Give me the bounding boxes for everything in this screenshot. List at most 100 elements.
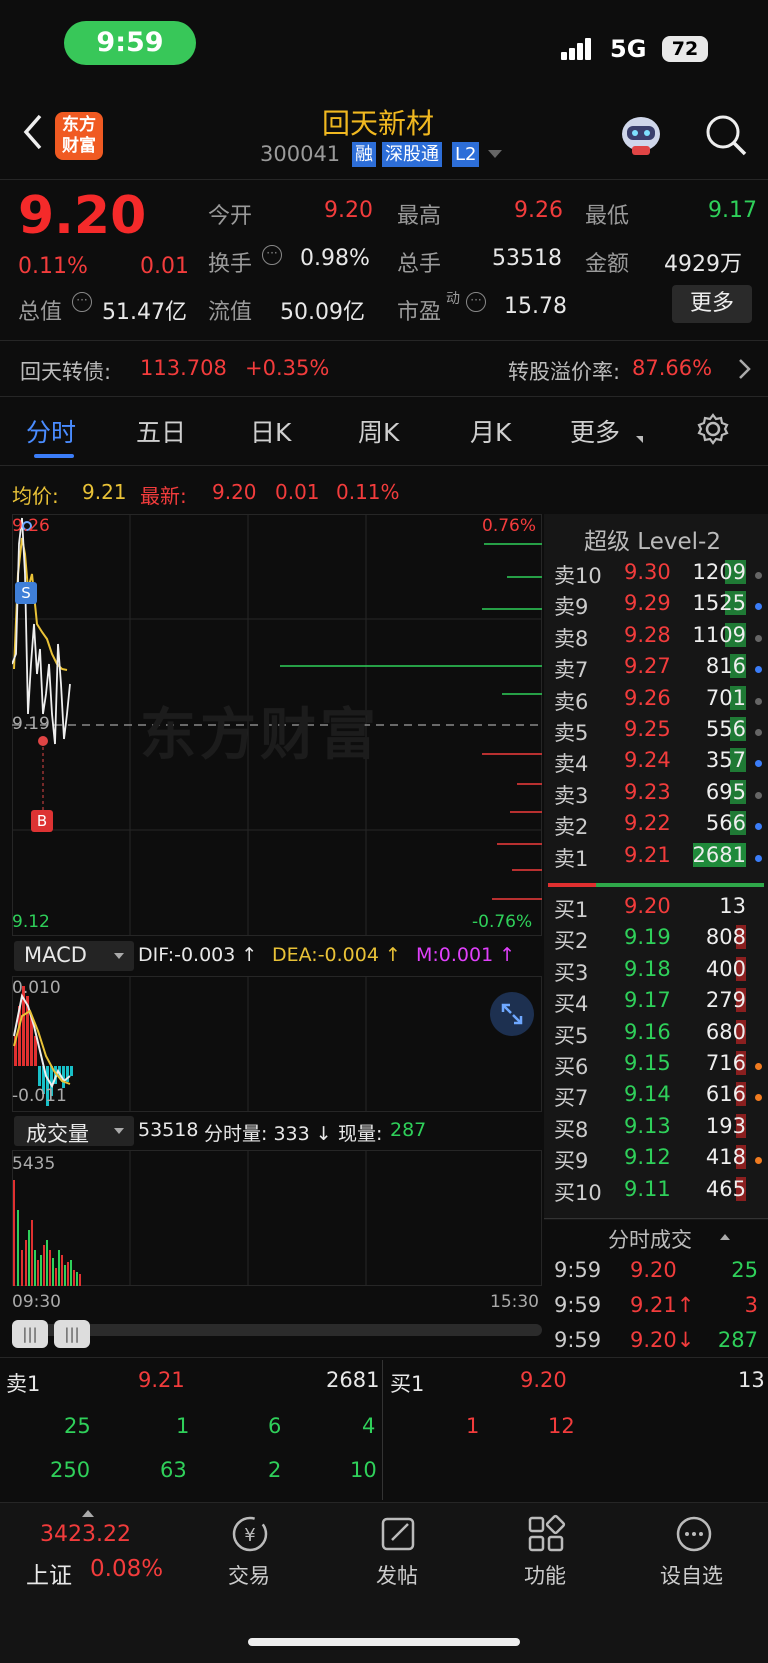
ask-row[interactable]: 卖7 9.27 816 (548, 654, 768, 685)
tab-more[interactable]: 更多 (570, 413, 620, 449)
ask-row[interactable]: 卖6 9.26 701 (548, 685, 768, 717)
info-icon[interactable]: ··· (262, 245, 282, 265)
logo-text-top: 东方 (62, 115, 96, 135)
level2-title[interactable]: 超级 Level-2 (584, 522, 721, 556)
trade-time: 9:59 (554, 1258, 602, 1282)
volume-selector[interactable]: 成交量 (14, 1116, 134, 1146)
macd-dea: DEA:-0.004 ↑ (272, 944, 401, 966)
order-label: 买1 (554, 898, 589, 922)
tab-daily-k[interactable]: 日K (250, 413, 291, 449)
pe-value: 15.78 (504, 294, 567, 319)
tab-five-day[interactable]: 五日 (136, 413, 186, 449)
trade-label: 交易 (228, 1564, 270, 1588)
order-dot-icon (755, 697, 762, 705)
divider (0, 396, 768, 397)
macd-selector[interactable]: MACD (14, 941, 134, 971)
order-volume: 1525 (692, 591, 746, 616)
divider (0, 465, 768, 466)
gear-icon[interactable] (696, 412, 730, 446)
bid-row[interactable]: 买3 9.18 400 (548, 956, 768, 988)
stock-header: 东方 财富 回天新材 300041 融 深股通 L2 (0, 90, 768, 180)
queue-buy-vol: 13 (738, 1368, 765, 1392)
order-volume: 193 (705, 1113, 746, 1138)
order-volume: 279 (705, 988, 746, 1013)
scroll-handle-right[interactable]: ||| (54, 1320, 90, 1348)
intraday-chart[interactable]: S B 东方财富 9.26 9.19 9.12 0.76% -0.76% (11, 514, 542, 936)
trades-title[interactable]: 分时成交 (608, 1224, 692, 1254)
scroll-handle-left[interactable]: ||| (12, 1320, 48, 1348)
trade-button[interactable]: ¥ 交易 (200, 1512, 300, 1592)
ask-row[interactable]: 卖4 9.24 357 (548, 748, 768, 779)
y-top-label: 9.26 (12, 516, 50, 536)
caret-icon (636, 436, 643, 443)
order-label: 买2 (554, 929, 589, 954)
volume-label: 总手 (397, 252, 442, 277)
queue-sell-order: 2 (268, 1458, 282, 1482)
low-label: 最低 (585, 204, 630, 229)
bid-row[interactable]: 买9 9.12 418 (548, 1145, 768, 1176)
caret-down-icon[interactable] (488, 150, 502, 158)
order-price: 9.29 (624, 591, 671, 616)
tab-intraday[interactable]: 分时 (26, 413, 76, 449)
tab-monthly-k[interactable]: 月K (470, 413, 511, 449)
chevron-right-icon[interactable] (736, 356, 752, 382)
order-volume: 556 (705, 717, 746, 741)
bid-row[interactable]: 买10 9.11 465 (548, 1176, 768, 1208)
svg-text:¥: ¥ (244, 1525, 255, 1546)
ask-row[interactable]: 卖5 9.25 556 (548, 717, 768, 748)
bid-row[interactable]: 买7 9.14 616 (548, 1082, 768, 1113)
latest-label: 最新: (140, 484, 187, 508)
macd-top-label: 0.010 (12, 978, 61, 998)
sell-marker[interactable]: S (15, 582, 37, 604)
watermark: 东方财富 (140, 703, 380, 768)
function-button[interactable]: 功能 (496, 1512, 596, 1592)
caret-up-icon (82, 1510, 94, 1517)
order-dot-icon (755, 729, 762, 736)
order-label: 买9 (554, 1149, 589, 1174)
ask-row[interactable]: 卖2 9.22 566 (548, 811, 768, 842)
amount-value: 4929万 (664, 252, 742, 277)
caret-down-icon (114, 1128, 124, 1134)
post-button[interactable]: 发帖 (348, 1512, 448, 1592)
info-icon[interactable]: ··· (72, 292, 92, 312)
tab-weekly-k[interactable]: 周K (358, 413, 399, 449)
time-start: 09:30 (12, 1292, 61, 1312)
bid-row[interactable]: 买1 9.20 13 (548, 894, 768, 925)
queue-sell-order: 4 (362, 1414, 376, 1438)
search-icon[interactable] (703, 112, 749, 158)
queue-sell-order: 25 (64, 1414, 91, 1438)
bid-row[interactable]: 买5 9.16 680 (548, 1019, 768, 1051)
queue-buy-order: 12 (548, 1414, 575, 1438)
status-time: 9:59 (64, 21, 196, 65)
back-icon[interactable] (18, 110, 48, 154)
bid-row[interactable]: 买4 9.17 279 (548, 988, 768, 1019)
ask-row[interactable]: 卖10 9.30 1209 (548, 560, 768, 591)
order-label: 卖7 (554, 658, 589, 683)
order-volume: 465 (705, 1176, 746, 1201)
chart-scrollbar[interactable] (12, 1324, 542, 1336)
queue-sell-order: 250 (50, 1458, 91, 1482)
order-volume: 566 (705, 811, 746, 836)
ask-row[interactable]: 卖3 9.23 695 (548, 779, 768, 811)
expand-icon[interactable] (490, 992, 534, 1036)
order-price: 9.28 (624, 622, 671, 647)
queue-sell-order: 10 (350, 1458, 377, 1482)
order-label: 卖10 (554, 564, 602, 588)
add-watchlist-button[interactable]: 设自选 (644, 1512, 744, 1592)
order-dot-icon (755, 1063, 762, 1070)
more-button[interactable]: 更多 (672, 285, 752, 323)
ask-row[interactable]: 卖1 9.21 2681 (548, 842, 768, 874)
info-icon[interactable]: ··· (466, 292, 486, 312)
buy-marker[interactable]: B (31, 810, 53, 832)
robot-assistant-icon[interactable] (618, 112, 664, 158)
order-price: 9.21 (624, 842, 671, 867)
depth-ratio-bar (548, 883, 764, 887)
macd-m: M:0.001 ↑ (416, 944, 516, 966)
bid-row[interactable]: 买6 9.15 716 (548, 1051, 768, 1082)
bid-row[interactable]: 买8 9.13 193 (548, 1113, 768, 1145)
bid-row[interactable]: 买2 9.19 808 (548, 925, 768, 956)
ask-row[interactable]: 卖9 9.29 1525 (548, 591, 768, 622)
order-volume: 716 (705, 1051, 746, 1075)
ask-row[interactable]: 卖8 9.28 1109 (548, 622, 768, 654)
pct-top-label: 0.76% (482, 516, 537, 536)
